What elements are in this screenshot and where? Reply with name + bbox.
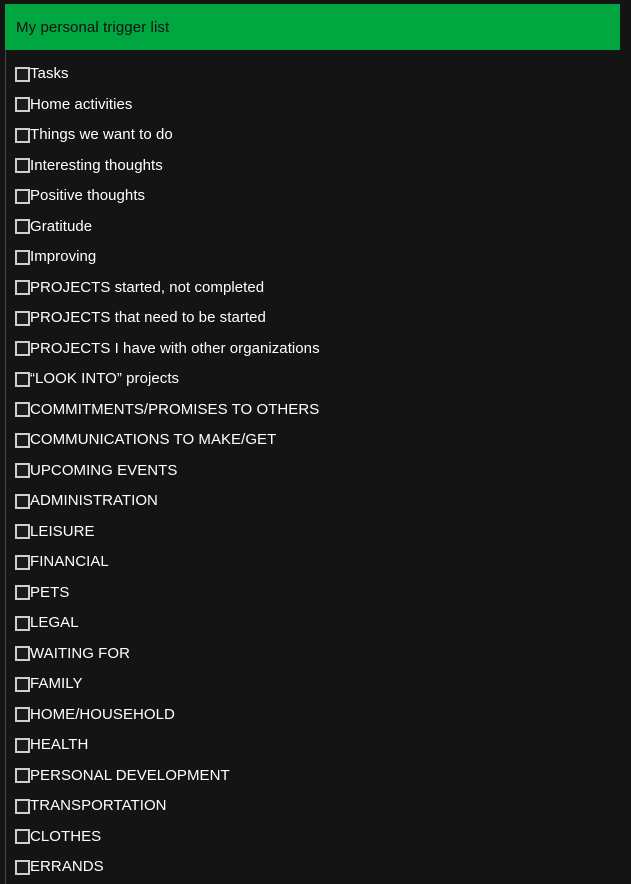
list-item[interactable]: LEGAL: [6, 608, 631, 639]
list-item[interactable]: UPCOMING EVENTS: [6, 456, 631, 487]
list-item[interactable]: Improving: [6, 242, 631, 273]
list-item-label: CLOTHES: [30, 827, 102, 845]
title-bar: My personal trigger list: [5, 4, 620, 50]
checkbox-icon[interactable]: [15, 829, 30, 845]
checkbox-icon[interactable]: [15, 524, 30, 540]
list-item[interactable]: WAITING FOR: [6, 639, 631, 670]
list-item[interactable]: ERRANDS: [6, 852, 631, 883]
list-item[interactable]: HEALTH: [6, 730, 631, 761]
list-item-label: PERSONAL DEVELOPMENT: [30, 766, 230, 784]
list-item[interactable]: Positive thoughts: [6, 181, 631, 212]
list-item[interactable]: FINANCIAL: [6, 547, 631, 578]
checkbox-icon[interactable]: [15, 463, 30, 479]
list-item-label: PETS: [30, 583, 70, 601]
list-item[interactable]: “LOOK INTO” projects: [6, 364, 631, 395]
list-item-label: FAMILY: [30, 675, 83, 693]
list-item[interactable]: PROJECTS I have with other organizations: [6, 334, 631, 365]
checkbox-icon[interactable]: [15, 371, 30, 387]
list-item-label: Tasks: [30, 65, 69, 83]
checkbox-icon[interactable]: [15, 341, 30, 357]
list-item[interactable]: PROJECTS that need to be started: [6, 303, 631, 334]
checkbox-icon[interactable]: [15, 646, 30, 662]
page-title: My personal trigger list: [16, 18, 170, 36]
checkbox-icon[interactable]: [15, 310, 30, 326]
checkbox-icon[interactable]: [15, 615, 30, 631]
checkbox-icon[interactable]: [15, 219, 30, 235]
list-item-label: LEGAL: [30, 614, 79, 632]
trigger-list-app: My personal trigger list Tasks Home activ…: [0, 0, 631, 884]
checkbox-icon[interactable]: [15, 127, 30, 143]
checkbox-icon[interactable]: [15, 676, 30, 692]
list-item[interactable]: ADMINISTRATION: [6, 486, 631, 517]
list-item-label: HEALTH: [30, 736, 89, 754]
checklist: Tasks Home activities Things we want to do…: [6, 59, 631, 883]
list-item-label: “LOOK INTO” projects: [30, 370, 180, 388]
list-item-label: Interesting thoughts: [30, 156, 163, 174]
checkbox-icon[interactable]: [15, 158, 30, 174]
list-item[interactable]: HOME/HOUSEHOLD: [6, 700, 631, 731]
list-item[interactable]: PERSONAL DEVELOPMENT: [6, 761, 631, 792]
list-item[interactable]: COMMITMENTS/PROMISES TO OTHERS: [6, 395, 631, 426]
list-item-label: Improving: [30, 248, 97, 266]
list-item-label: LEISURE: [30, 522, 95, 540]
list-item[interactable]: PETS: [6, 578, 631, 609]
checkbox-icon[interactable]: [15, 798, 30, 814]
list-item-label: Home activities: [30, 95, 133, 113]
checkbox-icon[interactable]: [15, 66, 30, 82]
list-item-label: FINANCIAL: [30, 553, 109, 571]
checkbox-icon[interactable]: [15, 585, 30, 601]
checkbox-icon[interactable]: [15, 188, 30, 204]
checkbox-icon[interactable]: [15, 493, 30, 509]
list-item-label: COMMUNICATIONS TO MAKE/GET: [30, 431, 277, 449]
checkbox-icon[interactable]: [15, 707, 30, 723]
list-item-label: Positive thoughts: [30, 187, 146, 205]
list-item-label: WAITING FOR: [30, 644, 130, 662]
list-item[interactable]: CLOTHES: [6, 822, 631, 853]
list-item-label: ADMINISTRATION: [30, 492, 158, 510]
list-item[interactable]: FAMILY: [6, 669, 631, 700]
list-item[interactable]: LEISURE: [6, 517, 631, 548]
list-item[interactable]: Things we want to do: [6, 120, 631, 151]
list-item-label: ERRANDS: [30, 858, 104, 876]
checkbox-icon[interactable]: [15, 737, 30, 753]
checkbox-icon[interactable]: [15, 280, 30, 296]
checkbox-icon[interactable]: [15, 554, 30, 570]
checklist-container: Tasks Home activities Things we want to do…: [5, 50, 631, 884]
list-item-label: COMMITMENTS/PROMISES TO OTHERS: [30, 400, 320, 418]
checkbox-icon[interactable]: [15, 249, 30, 265]
list-item[interactable]: Home activities: [6, 90, 631, 121]
list-item-label: PROJECTS that need to be started: [30, 309, 266, 327]
checkbox-icon[interactable]: [15, 859, 30, 875]
checkbox-icon[interactable]: [15, 402, 30, 418]
list-item-label: PROJECTS started, not completed: [30, 278, 265, 296]
list-item[interactable]: PROJECTS started, not completed: [6, 273, 631, 304]
list-item-label: TRANSPORTATION: [30, 797, 167, 815]
list-item[interactable]: Gratitude: [6, 212, 631, 243]
list-item[interactable]: Interesting thoughts: [6, 151, 631, 182]
list-item[interactable]: COMMUNICATIONS TO MAKE/GET: [6, 425, 631, 456]
list-item-label: Things we want to do: [30, 126, 173, 144]
list-item-label: UPCOMING EVENTS: [30, 461, 178, 479]
list-item[interactable]: Tasks: [6, 59, 631, 90]
checkbox-icon[interactable]: [15, 432, 30, 448]
list-item-label: HOME/HOUSEHOLD: [30, 705, 175, 723]
checkbox-icon[interactable]: [15, 97, 30, 113]
list-item-label: PROJECTS I have with other organizations: [30, 339, 320, 357]
checkbox-icon[interactable]: [15, 768, 30, 784]
list-item[interactable]: TRANSPORTATION: [6, 791, 631, 822]
list-item-label: Gratitude: [30, 217, 93, 235]
